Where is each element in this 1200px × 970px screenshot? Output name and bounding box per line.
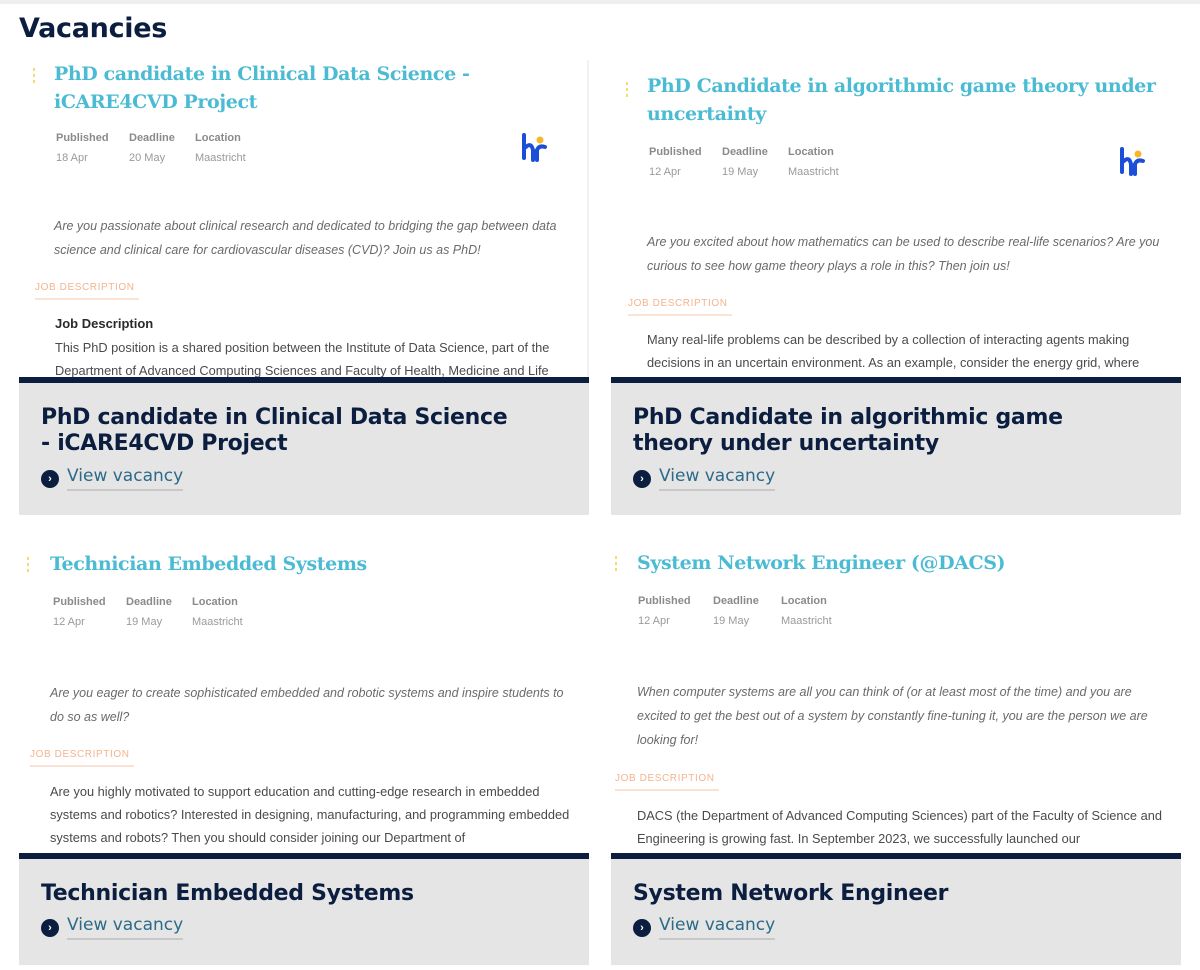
vacancy-footer: System Network Engineer › View vacancy bbox=[611, 853, 1181, 965]
published-label: Published bbox=[638, 595, 691, 607]
deadline-value: 19 May bbox=[722, 166, 759, 178]
location-value: Maastricht bbox=[781, 615, 832, 627]
drag-dots-icon bbox=[615, 556, 618, 571]
vacancy-intro: When computer systems are all you can th… bbox=[637, 685, 1148, 747]
drag-dots-icon bbox=[33, 68, 36, 83]
job-description-tag: JOB DESCRIPTION bbox=[35, 282, 139, 300]
location-label: Location bbox=[192, 596, 238, 608]
vacancy-preview: Technician Embedded Systems Published 12 … bbox=[19, 535, 589, 853]
view-vacancy-label[interactable]: View vacancy bbox=[659, 466, 776, 491]
published-value: 12 Apr bbox=[638, 615, 670, 627]
hr-excellence-logo-icon bbox=[522, 133, 547, 162]
vacancy-title: PhD Candidate in algorithmic game theory… bbox=[633, 405, 1063, 456]
vacancy-footer: Technician Embedded Systems › View vacan… bbox=[19, 853, 589, 965]
vacancy-intro: Are you passionate about clinical resear… bbox=[54, 219, 557, 257]
deadline-label: Deadline bbox=[129, 132, 175, 144]
view-vacancy-link[interactable]: › View vacancy bbox=[633, 915, 776, 940]
chevron-right-icon: › bbox=[633, 918, 651, 937]
vacancy-meta: Published 12 Apr Deadline 19 May Location M… bbox=[649, 146, 839, 178]
vacancy-meta: Published 12 Apr Deadline 19 May Location M… bbox=[638, 595, 832, 627]
published-label: Published bbox=[56, 132, 109, 144]
deadline-label: Deadline bbox=[126, 596, 172, 608]
vacancy-preview-title: PhD Candidate in algorithmic game theory… bbox=[647, 75, 1156, 125]
vacancy-preview-title: System Network Engineer (@DACS) bbox=[637, 552, 1006, 574]
location-label: Location bbox=[788, 146, 834, 158]
vacancy-intro: Are you excited about how mathematics ca… bbox=[647, 235, 1160, 273]
page-title: Vacancies bbox=[19, 13, 168, 44]
hr-excellence-logo-icon bbox=[1120, 147, 1145, 176]
deadline-value: 20 May bbox=[129, 152, 166, 164]
job-description-heading: Job Description bbox=[55, 316, 154, 331]
vacancy-footer: PhD candidate in Clinical Data Science -… bbox=[19, 377, 589, 515]
vacancy-meta: Published 12 Apr Deadline 19 May Location M… bbox=[53, 596, 243, 628]
job-description-tag: JOB DESCRIPTION bbox=[628, 298, 732, 316]
deadline-value: 19 May bbox=[713, 615, 750, 627]
job-description-text: This PhD position is a shared position b… bbox=[55, 340, 550, 377]
vacancy-card[interactable]: PhD Candidate in algorithmic game theory… bbox=[611, 60, 1181, 515]
view-vacancy-label[interactable]: View vacancy bbox=[659, 915, 776, 940]
view-vacancy-label[interactable]: View vacancy bbox=[67, 466, 184, 491]
job-description-text: Many real-life problems can be described… bbox=[647, 332, 1140, 370]
vacancy-title: Technician Embedded Systems bbox=[41, 881, 414, 906]
vacancy-title: PhD candidate in Clinical Data Science -… bbox=[41, 405, 508, 456]
drag-dots-icon bbox=[626, 82, 629, 97]
job-description-tag: JOB DESCRIPTION bbox=[615, 773, 719, 791]
chevron-right-icon: › bbox=[633, 469, 651, 488]
vacancy-footer: PhD Candidate in algorithmic game theory… bbox=[611, 377, 1181, 515]
location-label: Location bbox=[781, 595, 827, 607]
deadline-value: 19 May bbox=[126, 616, 163, 628]
vacancy-preview-title: PhD candidate in Clinical Data Science -… bbox=[54, 63, 470, 113]
location-value: Maastricht bbox=[788, 166, 839, 178]
vacancy-intro: Are you eager to create sophisticated em… bbox=[50, 686, 564, 724]
job-description-text: DACS (the Department of Advanced Computi… bbox=[637, 808, 1162, 846]
vacancy-preview-title: Technician Embedded Systems bbox=[50, 553, 367, 575]
deadline-label: Deadline bbox=[713, 595, 759, 607]
top-border bbox=[0, 0, 1200, 4]
vacancy-title: System Network Engineer bbox=[633, 881, 949, 906]
view-vacancy-link[interactable]: › View vacancy bbox=[41, 915, 184, 940]
vacancy-card[interactable]: PhD candidate in Clinical Data Science -… bbox=[19, 60, 589, 515]
job-description-text: Are you highly motivated to support educ… bbox=[50, 784, 570, 845]
published-label: Published bbox=[649, 146, 702, 158]
vacancy-card[interactable]: System Network Engineer (@DACS) Publishe… bbox=[611, 535, 1181, 965]
vacancy-meta: Published 18 Apr Deadline 20 May Location M… bbox=[56, 132, 246, 164]
job-description-tag: JOB DESCRIPTION bbox=[30, 749, 134, 767]
chevron-right-icon: › bbox=[41, 469, 59, 488]
vacancy-preview: System Network Engineer (@DACS) Publishe… bbox=[611, 535, 1181, 853]
view-vacancy-link[interactable]: › View vacancy bbox=[633, 466, 776, 491]
vacancy-preview: PhD candidate in Clinical Data Science -… bbox=[19, 60, 589, 377]
published-value: 12 Apr bbox=[53, 616, 85, 628]
chevron-right-icon: › bbox=[41, 918, 59, 937]
drag-dots-icon bbox=[27, 557, 30, 572]
location-value: Maastricht bbox=[195, 152, 246, 164]
vacancy-preview: PhD Candidate in algorithmic game theory… bbox=[611, 60, 1181, 377]
view-vacancy-label[interactable]: View vacancy bbox=[67, 915, 184, 940]
deadline-label: Deadline bbox=[722, 146, 768, 158]
view-vacancy-link[interactable]: › View vacancy bbox=[41, 466, 184, 491]
published-label: Published bbox=[53, 596, 106, 608]
published-value: 12 Apr bbox=[649, 166, 681, 178]
location-value: Maastricht bbox=[192, 616, 243, 628]
published-value: 18 Apr bbox=[56, 152, 88, 164]
vacancy-card[interactable]: Technician Embedded Systems Published 12 … bbox=[19, 535, 589, 965]
location-label: Location bbox=[195, 132, 241, 144]
